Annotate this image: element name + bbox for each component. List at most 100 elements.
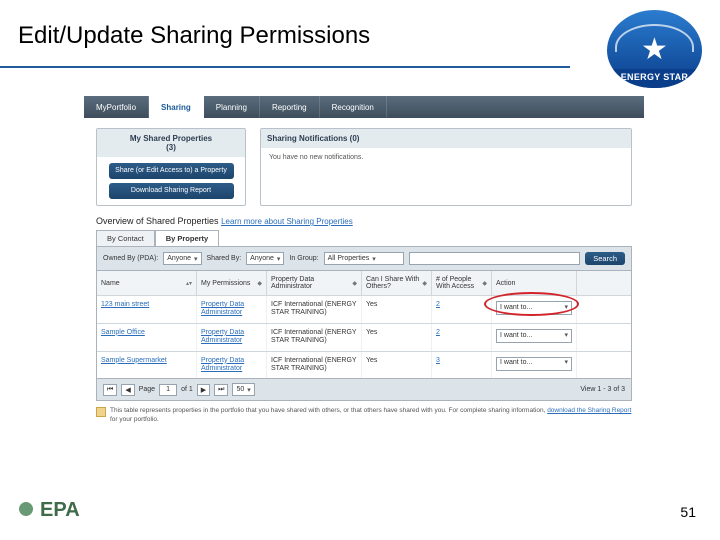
action-value: I want to... <box>500 359 532 367</box>
can-share-cell: Yes <box>362 324 432 351</box>
title-underline <box>0 66 570 68</box>
table-row: Sample Supermarket Property Data Adminis… <box>97 351 631 379</box>
col-action: Action <box>492 271 577 295</box>
share-edit-access-button[interactable]: Share (or Edit Access to) a Property <box>109 163 234 179</box>
shared-by-label: Shared By: <box>207 255 242 262</box>
epa-logo: EPA <box>18 499 80 522</box>
filter-bar: Owned By (PDA): Anyone ▾ Shared By: Anyo… <box>96 246 632 271</box>
main-tabs: MyPortfolio Sharing Planning Reporting R… <box>84 96 644 118</box>
footnote-text-a: This table represents properties in the … <box>110 407 547 414</box>
chevron-down-icon: ▾ <box>564 332 568 340</box>
first-page-button[interactable]: ⏮ <box>103 384 117 396</box>
search-button[interactable]: Search <box>585 252 625 265</box>
my-shared-title: My Shared Properties <box>103 134 239 143</box>
last-page-button[interactable]: ⏭ <box>214 384 228 396</box>
chevron-down-icon: ▾ <box>277 255 281 263</box>
property-link[interactable]: Sample Supermarket <box>101 357 167 364</box>
footnote-text-b: for your portfolio. <box>110 416 159 423</box>
col-num-people[interactable]: # of People With Access◆ <box>432 271 492 295</box>
overview-heading: Overview of Shared Properties Learn more… <box>96 216 632 226</box>
action-select[interactable]: I want to... ▾ <box>496 301 572 315</box>
prev-page-button[interactable]: ◀ <box>121 384 134 396</box>
pda-cell: ICF International (ENERGY STAR TRAINING) <box>267 352 362 379</box>
col-name[interactable]: Name▴▾ <box>97 271 197 295</box>
sort-icon: ◆ <box>422 280 427 287</box>
per-page-select[interactable]: 50 ▾ <box>232 383 254 396</box>
page-number-input[interactable]: 1 <box>159 384 177 396</box>
notifications-body: You have no new notifications. <box>261 148 631 167</box>
info-icon <box>96 407 106 417</box>
col-can-share[interactable]: Can I Share With Others?◆ <box>362 271 432 295</box>
owned-by-select[interactable]: Anyone ▾ <box>163 252 201 265</box>
tab-sharing[interactable]: Sharing <box>149 96 204 118</box>
in-group-select[interactable]: All Properties ▾ <box>324 252 404 265</box>
col-pda[interactable]: Property Data Administrator◆ <box>267 271 362 295</box>
my-shared-count: (3) <box>103 143 239 152</box>
tab-recognition[interactable]: Recognition <box>320 96 387 118</box>
chevron-down-icon: ▾ <box>372 255 376 263</box>
sort-icon: ▴▾ <box>186 280 192 287</box>
pda-cell: ICF International (ENERGY STAR TRAINING) <box>267 324 362 351</box>
footnote: This table represents properties in the … <box>96 407 632 423</box>
notifications-panel: Sharing Notifications (0) You have no ne… <box>260 128 632 206</box>
col-my-permissions[interactable]: My Permissions◆ <box>197 271 267 295</box>
can-share-cell: Yes <box>362 352 432 379</box>
grid-header-row: Name▴▾ My Permissions◆ Property Data Adm… <box>97 271 631 295</box>
download-sharing-report-button[interactable]: Download Sharing Report <box>109 183 234 199</box>
per-page-value: 50 <box>236 386 244 393</box>
table-row: 123 main street Property Data Administra… <box>97 295 631 323</box>
table-row: Sample Office Property Data Administrato… <box>97 323 631 351</box>
sort-icon: ◆ <box>482 280 487 287</box>
page-label: Page <box>139 386 155 393</box>
chevron-down-icon: ▾ <box>564 304 568 312</box>
in-group-label: In Group: <box>289 255 318 262</box>
learn-more-link[interactable]: Learn more about Sharing Properties <box>221 217 353 226</box>
action-value: I want to... <box>500 304 532 312</box>
overview-label: Overview of Shared Properties <box>96 216 219 226</box>
action-select[interactable]: I want to... ▾ <box>496 357 572 371</box>
shared-by-value: Anyone <box>250 255 274 262</box>
tab-myportfolio[interactable]: MyPortfolio <box>84 96 149 118</box>
chevron-down-icon: ▾ <box>564 359 568 367</box>
action-value: I want to... <box>500 332 532 340</box>
property-link[interactable]: Sample Office <box>101 329 145 336</box>
slide-title: Edit/Update Sharing Permissions <box>18 22 370 50</box>
app-screenshot: MyPortfolio Sharing Planning Reporting R… <box>84 96 644 476</box>
view-range: View 1 - 3 of 3 <box>580 386 625 393</box>
people-count-link[interactable]: 2 <box>436 329 440 336</box>
energy-star-text: ENERGY STAR <box>607 69 702 88</box>
shared-by-select[interactable]: Anyone ▾ <box>246 252 284 265</box>
next-page-button[interactable]: ▶ <box>197 384 210 396</box>
epa-flower-icon <box>18 501 38 521</box>
my-shared-header: My Shared Properties (3) <box>97 129 245 157</box>
pager-bar: ⏮ ◀ Page 1 of 1 ▶ ⏭ 50 ▾ View 1 - 3 of 3 <box>96 379 632 401</box>
tab-reporting[interactable]: Reporting <box>260 96 320 118</box>
people-count-link[interactable]: 3 <box>436 357 440 364</box>
permission-link[interactable]: Property Data Administrator <box>201 329 244 344</box>
owned-by-value: Anyone <box>167 255 191 262</box>
download-report-link[interactable]: download the Sharing Report <box>547 407 631 414</box>
can-share-cell: Yes <box>362 296 432 323</box>
property-link[interactable]: 123 main street <box>101 301 149 308</box>
energy-star-logo: ★ ENERGY STAR <box>607 10 702 88</box>
properties-grid: Name▴▾ My Permissions◆ Property Data Adm… <box>96 271 632 379</box>
owned-by-label: Owned By (PDA): <box>103 255 158 262</box>
sort-icon: ◆ <box>257 280 262 287</box>
tab-planning[interactable]: Planning <box>204 96 260 118</box>
permission-link[interactable]: Property Data Administrator <box>201 301 244 316</box>
subtab-by-contact[interactable]: By Contact <box>96 230 155 246</box>
slide-page-number: 51 <box>680 504 696 520</box>
permission-link[interactable]: Property Data Administrator <box>201 357 244 372</box>
of-label: of 1 <box>181 386 193 393</box>
people-count-link[interactable]: 2 <box>436 301 440 308</box>
swoosh-icon <box>615 24 694 52</box>
subtab-by-property[interactable]: By Property <box>155 230 220 246</box>
chevron-down-icon: ▾ <box>194 255 198 263</box>
sort-icon: ◆ <box>352 280 357 287</box>
action-select[interactable]: I want to... ▾ <box>496 329 572 343</box>
notifications-header: Sharing Notifications (0) <box>261 129 631 148</box>
chevron-down-icon: ▾ <box>247 386 251 394</box>
search-input[interactable] <box>409 252 581 265</box>
epa-text: EPA <box>40 499 80 522</box>
pda-cell: ICF International (ENERGY STAR TRAINING) <box>267 296 362 323</box>
